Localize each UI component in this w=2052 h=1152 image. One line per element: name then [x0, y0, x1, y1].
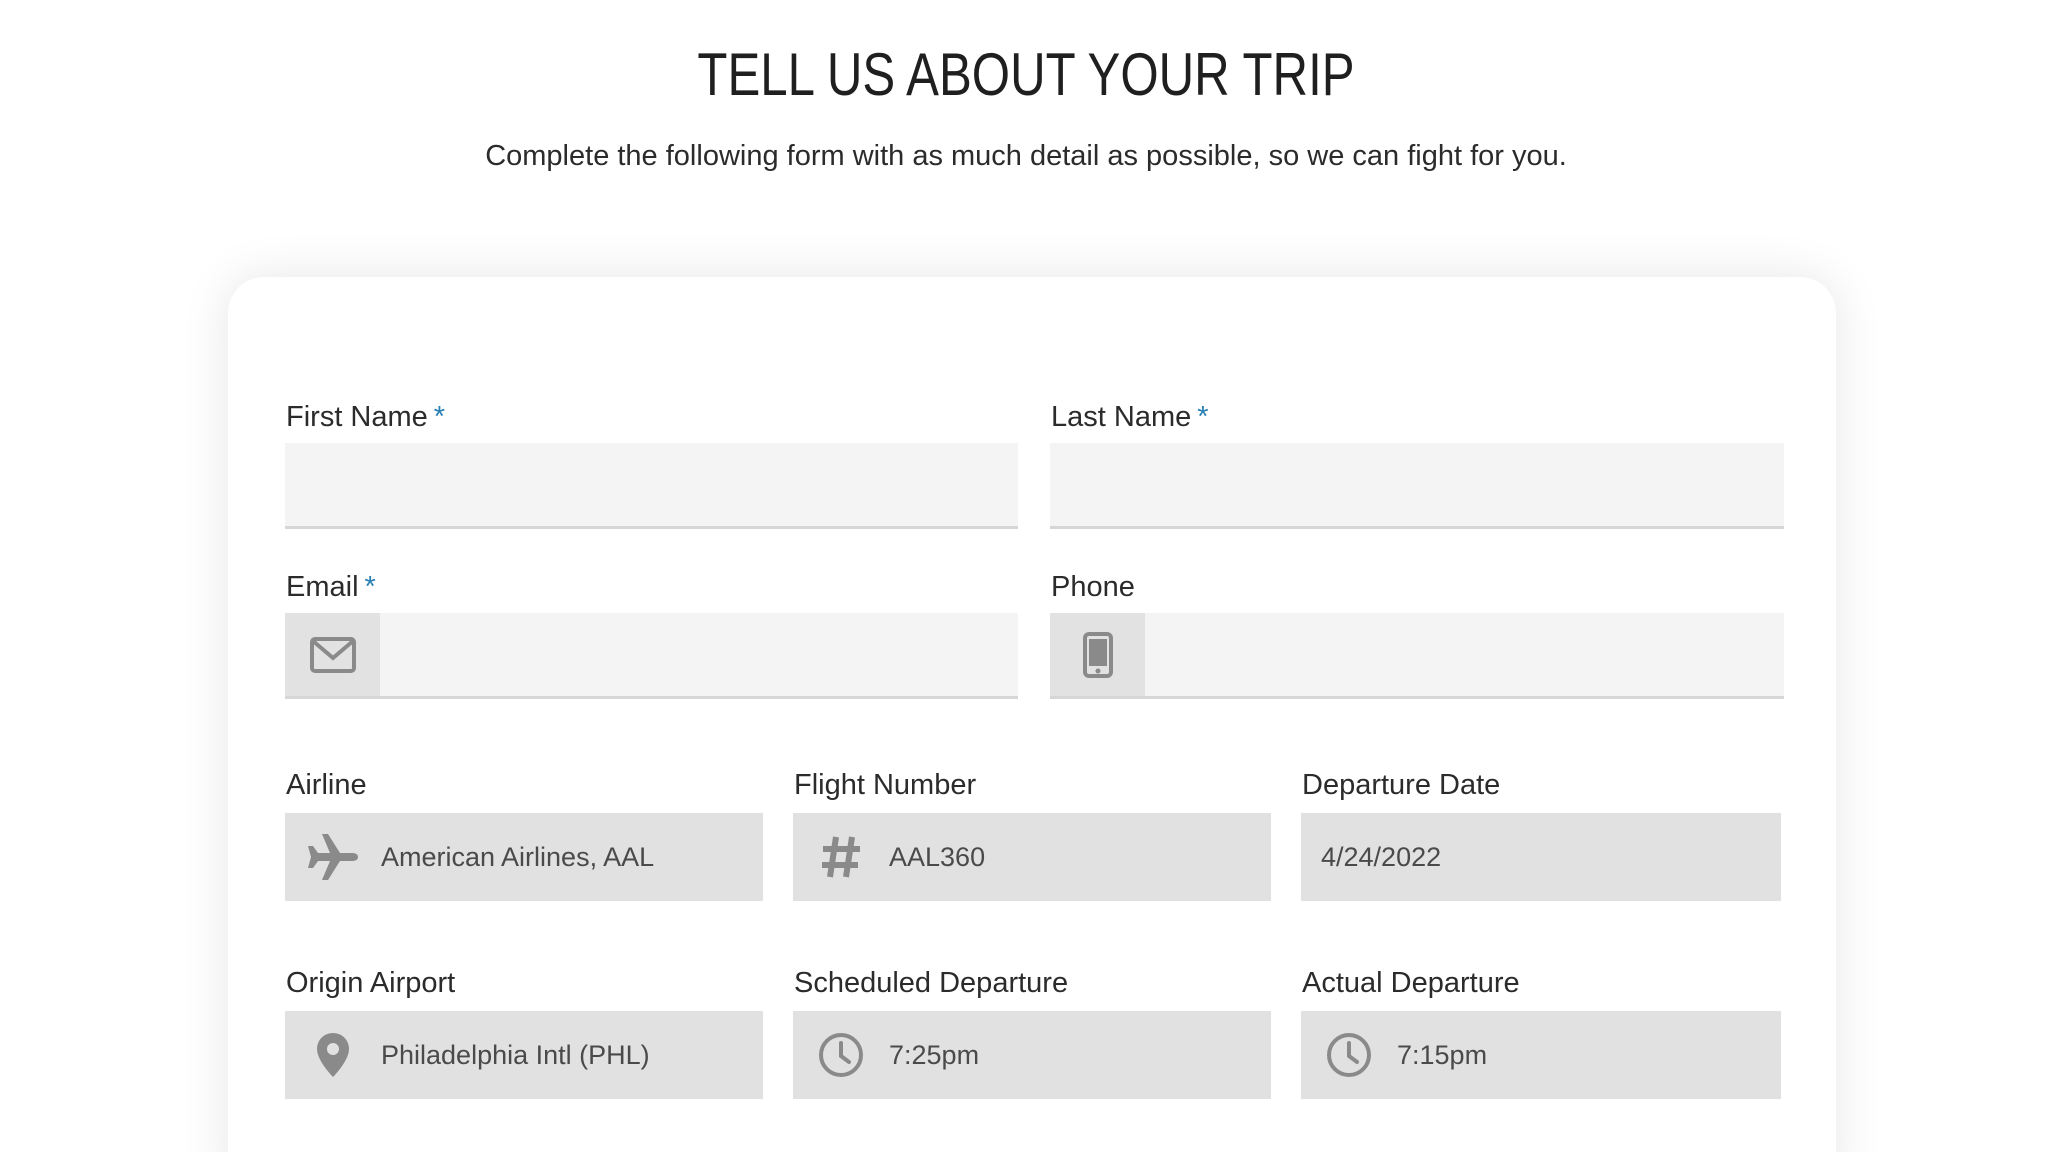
last-name-label: Last Name * — [1051, 401, 1209, 434]
required-marker: * — [364, 571, 376, 603]
first-name-input[interactable] — [285, 443, 1018, 529]
flight-number-label: Flight Number — [794, 769, 976, 802]
actual-departure-field[interactable]: 7:15pm — [1301, 1011, 1781, 1099]
phone-label: Phone — [1051, 571, 1135, 604]
hash-icon — [793, 813, 889, 901]
email-label-text: Email — [286, 571, 359, 603]
scheduled-departure-label: Scheduled Departure — [794, 967, 1068, 1000]
origin-airport-label-text: Origin Airport — [286, 967, 456, 999]
airline-field[interactable]: American Airlines, AAL — [285, 813, 763, 901]
origin-airport-field[interactable]: Philadelphia Intl (PHL) — [285, 1011, 763, 1099]
phone-label-text: Phone — [1051, 571, 1135, 603]
departure-date-label: Departure Date — [1302, 769, 1500, 802]
airline-label-text: Airline — [286, 769, 367, 801]
flight-number-label-text: Flight Number — [794, 769, 977, 801]
email-field[interactable] — [285, 613, 1018, 699]
airline-value: American Airlines, AAL — [381, 841, 655, 872]
first-name-label-text: First Name — [286, 401, 428, 433]
required-marker: * — [433, 401, 446, 433]
clock-icon — [793, 1011, 889, 1099]
scheduled-departure-value: 7:25pm — [889, 1039, 980, 1070]
required-marker: * — [1197, 401, 1209, 433]
page-subtitle: Complete the following form with as much… — [485, 140, 1567, 172]
origin-airport-label: Origin Airport — [286, 967, 455, 1000]
trip-form-card: First Name * Last Name * Email * Phone A… — [228, 277, 1836, 1152]
scheduled-departure-field[interactable]: 7:25pm — [793, 1011, 1271, 1099]
actual-departure-label-text: Actual Departure — [1302, 967, 1520, 999]
flight-number-value: AAL360 — [889, 841, 986, 872]
clock-icon — [1301, 1011, 1397, 1099]
email-label: Email * — [286, 571, 376, 604]
actual-departure-value: 7:15pm — [1397, 1039, 1488, 1070]
departure-date-field[interactable]: 4/24/2022 — [1301, 813, 1781, 901]
actual-departure-label: Actual Departure — [1302, 967, 1520, 1000]
mobile-phone-icon — [1050, 613, 1145, 696]
envelope-icon — [285, 613, 380, 696]
airplane-icon — [285, 813, 381, 901]
airline-label: Airline — [286, 769, 367, 802]
departure-date-label-text: Departure Date — [1302, 769, 1501, 801]
page: TELL US ABOUT YOUR TRIP Complete the fol… — [0, 0, 2052, 1152]
departure-date-value: 4/24/2022 — [1321, 841, 1442, 872]
last-name-input[interactable] — [1050, 443, 1784, 529]
last-name-label-text: Last Name — [1051, 401, 1192, 433]
scheduled-departure-label-text: Scheduled Departure — [794, 967, 1069, 999]
page-title: TELL US ABOUT YOUR TRIP — [697, 41, 1355, 108]
map-pin-icon — [285, 1011, 381, 1099]
flight-number-field[interactable]: AAL360 — [793, 813, 1271, 901]
phone-field[interactable] — [1050, 613, 1784, 699]
origin-airport-value: Philadelphia Intl (PHL) — [381, 1039, 650, 1070]
first-name-label: First Name * — [286, 401, 445, 434]
